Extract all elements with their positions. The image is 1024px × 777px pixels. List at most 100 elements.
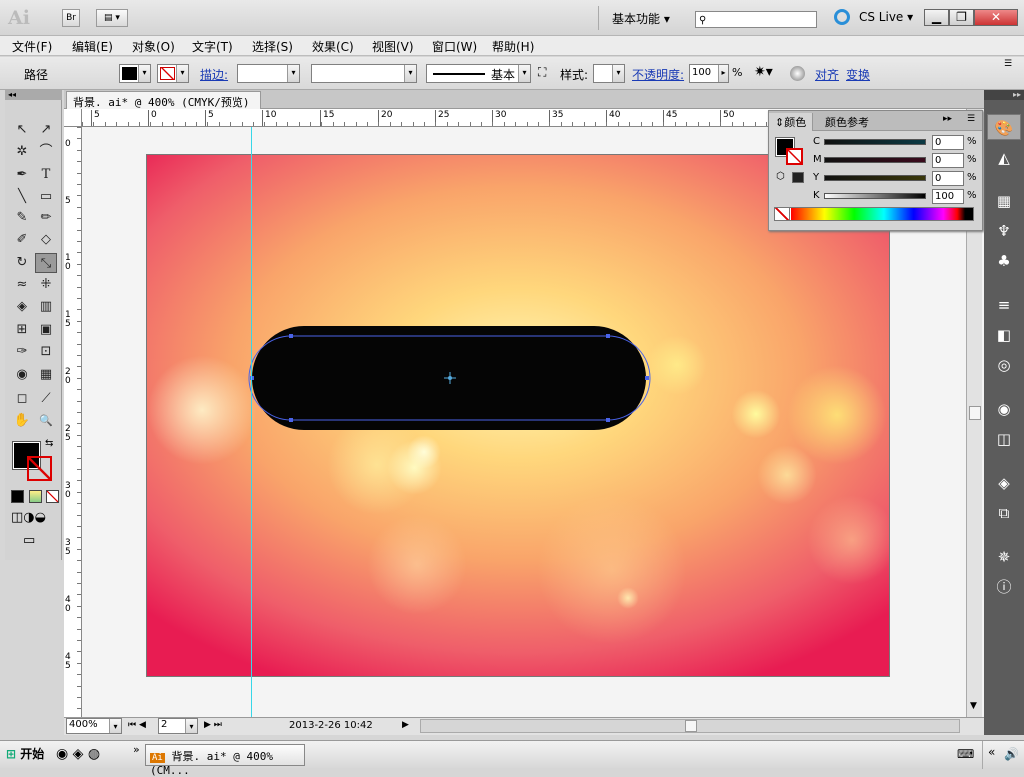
selection-tool[interactable]: ↖ [11, 120, 33, 140]
tab-color-guide[interactable]: 颜色参考 [819, 113, 875, 131]
menu-object[interactable]: 对象(O) [132, 38, 175, 55]
first-artboard-icon[interactable]: ⏮ ◀ [128, 720, 146, 730]
pencil-tool[interactable]: ✏ [35, 208, 57, 228]
anchor-point[interactable] [606, 334, 610, 338]
artboard-tool[interactable]: ◻ [11, 389, 33, 409]
menu-select[interactable]: 选择(S) [252, 38, 293, 55]
menu-help[interactable]: 帮助(H) [492, 38, 534, 55]
mesh-tool[interactable]: ⊞ [11, 320, 33, 340]
horizontal-scrollbar[interactable] [420, 719, 960, 733]
info-icon[interactable]: ⓘ [987, 574, 1021, 600]
workspace-switcher[interactable]: 基本功能 ▾ [612, 10, 670, 27]
anchor-point[interactable] [289, 418, 293, 422]
direct-selection-tool[interactable]: ↗ [35, 120, 57, 140]
eraser-tool[interactable]: ◇ [35, 230, 57, 250]
pen-tool[interactable]: ✒ [11, 165, 33, 185]
document-setup-icon[interactable] [790, 66, 805, 81]
stroke-color-dropdown[interactable]: ▾ [157, 64, 189, 83]
zoom-tool[interactable]: 🔍 [35, 411, 57, 431]
start-button[interactable]: ⊞ 开始 [2, 743, 50, 765]
channel-m-slider[interactable] [824, 157, 926, 163]
channel-k-slider[interactable] [824, 193, 926, 199]
menu-effect[interactable]: 效果(C) [312, 38, 354, 55]
ruler-origin[interactable] [64, 109, 82, 127]
magic-wand-tool[interactable]: ✲ [11, 142, 33, 162]
expand-dock-icon[interactable]: ▸▸ [984, 90, 1024, 100]
transparency-icon[interactable]: ◎ [987, 352, 1021, 378]
align-link[interactable]: 对齐 [815, 66, 839, 83]
vertical-ruler[interactable]: 0 5 1 0 1 5 2 0 2 5 3 0 3 5 4 0 4 5 [64, 127, 82, 717]
menu-edit[interactable]: 编辑(E) [72, 38, 113, 55]
vertical-guide[interactable] [251, 127, 252, 717]
anchor-point[interactable] [289, 334, 293, 338]
none-mode-icon[interactable] [46, 490, 59, 503]
perspective-grid-tool[interactable]: ▥ [35, 297, 57, 317]
column-graph-tool[interactable]: ▦ [35, 365, 57, 385]
scale-tool[interactable]: ⤡ [35, 253, 57, 273]
scroll-thumb[interactable] [969, 406, 981, 420]
minimize-button[interactable]: ▁ [924, 9, 949, 26]
opacity-link[interactable]: 不透明度: [632, 66, 684, 83]
next-artboard-icon[interactable]: ▶ ⏭ [204, 720, 222, 730]
width-tool[interactable]: ≈ [11, 275, 33, 295]
stroke-weight-field[interactable]: ▾ [237, 64, 300, 83]
out-of-gamut-icon[interactable]: ⬡ [776, 171, 785, 182]
menu-window[interactable]: 窗口(W) [432, 38, 477, 55]
status-menu-icon[interactable]: ▶ [402, 720, 409, 730]
panel-expand-icon[interactable]: ▸▸ [937, 113, 958, 125]
gradient-panel-icon[interactable]: ◧ [987, 322, 1021, 348]
none-color-swatch[interactable] [774, 207, 790, 221]
search-input[interactable]: ⚲ [695, 11, 817, 28]
screen-mode-icon[interactable]: ▭ [23, 533, 35, 548]
swatches-icon[interactable]: ▦ [987, 188, 1021, 214]
hand-tool[interactable]: ✋ [11, 411, 33, 431]
color-guide-icon[interactable]: ◭ [987, 145, 1021, 171]
rectangle-tool[interactable]: ▭ [35, 187, 57, 207]
artboard-number-field[interactable]: 2 ▾ [158, 718, 198, 734]
appearance-icon[interactable]: ◉ [987, 396, 1021, 422]
language-bar-icon[interactable]: 🔊 [1004, 747, 1019, 761]
quick-launch-more-icon[interactable]: » [133, 743, 140, 756]
artboards-icon[interactable]: ⧉ [987, 500, 1021, 526]
tab-color[interactable]: ⇕颜色 [769, 113, 814, 131]
menu-file[interactable]: 文件(F) [12, 38, 52, 55]
transform-link[interactable]: 变换 [846, 66, 870, 83]
channel-y-field[interactable]: 0 [932, 171, 964, 186]
color-mode-icon[interactable] [11, 490, 24, 503]
menu-view[interactable]: 视图(V) [372, 38, 414, 55]
rotate-tool[interactable]: ↻ [11, 253, 33, 273]
swap-icon[interactable]: ⇆ [45, 438, 53, 449]
collapse-icon[interactable]: ◂◂ [5, 90, 62, 100]
anchor-point[interactable] [606, 418, 610, 422]
lasso-tool[interactable]: ⌒ [35, 142, 57, 162]
scroll-thumb[interactable] [685, 720, 697, 732]
brush-definition-dropdown[interactable]: 基本 ▾ [426, 64, 531, 83]
stroke-swatch[interactable] [786, 148, 803, 165]
tray-expand-icon[interactable]: « [988, 745, 995, 759]
stroke-panel-icon[interactable]: ≡ [987, 292, 1021, 318]
gradient-mode-icon[interactable] [29, 490, 42, 503]
restore-button[interactable]: ❐ [949, 9, 974, 26]
recolor-artwork-icon[interactable]: ✷▾ [754, 64, 773, 80]
shape-builder-tool[interactable]: ◈ [11, 297, 33, 317]
menu-type[interactable]: 文字(T) [192, 38, 233, 55]
anchor-point[interactable] [645, 376, 649, 380]
free-transform-tool[interactable]: ⁜ [35, 275, 57, 295]
type-tool[interactable]: T [35, 165, 57, 185]
variable-width-dropdown[interactable]: ▾ [311, 64, 417, 83]
taskbar-window-item[interactable]: Ai 背景. ai* @ 400% (CM... [145, 744, 305, 777]
panel-menu-icon[interactable]: ☰ [1004, 59, 1012, 69]
blob-brush-tool[interactable]: ✐ [11, 230, 33, 250]
navigator-icon[interactable]: ✵ [987, 544, 1021, 570]
line-segment-tool[interactable]: ╲ [11, 187, 33, 207]
zoom-field[interactable]: 400% ▾ [66, 718, 122, 734]
color-panel-icon[interactable]: 🎨 [987, 114, 1021, 140]
graphic-style-dropdown[interactable]: ▾ [593, 64, 625, 83]
closest-color-swatch[interactable] [792, 172, 804, 183]
quick-launch-icons[interactable]: ◉ ◈ ◍ [56, 746, 100, 762]
paintbrush-tool[interactable]: ✎ [11, 208, 33, 228]
channel-y-slider[interactable] [824, 175, 926, 181]
symbols-icon[interactable]: ♣ [987, 248, 1021, 274]
arrange-documents-button[interactable]: ▤ ▾ [96, 9, 128, 27]
keyboard-icon[interactable]: ⌨ [957, 747, 974, 761]
